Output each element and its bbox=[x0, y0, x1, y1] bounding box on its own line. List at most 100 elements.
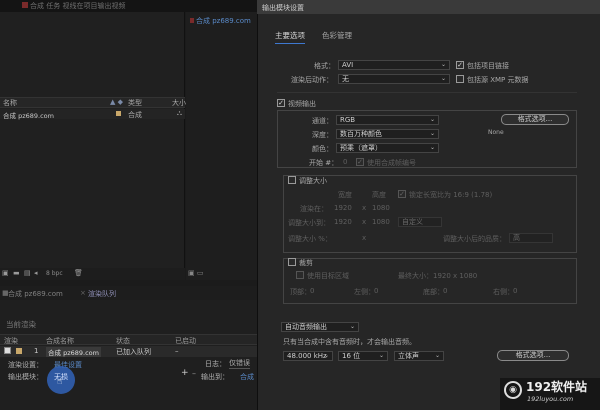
color-value: 预乘（遮罩） bbox=[340, 144, 382, 152]
include-project-link-checkbox[interactable]: ✓ bbox=[456, 61, 464, 69]
post-render-dropdown[interactable]: 无 ⌄ bbox=[338, 74, 450, 84]
audio-channels-dropdown[interactable]: 立体声 ⌄ bbox=[394, 351, 444, 361]
project-col-type[interactable]: 类型 bbox=[128, 98, 142, 108]
render-item-status: 已加入队列 bbox=[116, 348, 151, 356]
col-comp-name[interactable]: 合成名称 bbox=[46, 336, 74, 346]
render-width: 1920 bbox=[334, 204, 352, 212]
log-label: 日志： bbox=[205, 360, 226, 368]
depth-dropdown[interactable]: 数百万种颜色 ⌄ bbox=[336, 129, 439, 139]
use-roi-checkbox[interactable] bbox=[296, 271, 304, 279]
height-header: 高度 bbox=[372, 191, 386, 199]
col-status[interactable]: 状态 bbox=[116, 336, 130, 346]
tab-render-queue[interactable]: 渲染队列 bbox=[88, 289, 116, 299]
include-xmp-label: 包括源 XMP 元数据 bbox=[467, 76, 529, 84]
dialog-titlebar[interactable] bbox=[257, 0, 600, 14]
sample-rate-dropdown[interactable]: 48.000 kHz ⌄ bbox=[283, 351, 333, 361]
crop-section bbox=[283, 258, 577, 304]
resize-quality-dropdown[interactable]: 高 bbox=[509, 233, 553, 243]
dialog-title: 输出模块设置 bbox=[262, 4, 304, 12]
final-size-label: 最终大小：1920 x 1080 bbox=[398, 272, 478, 280]
channels-value: RGB bbox=[340, 116, 356, 124]
interpret-footage-icon[interactable]: ▣ bbox=[2, 269, 9, 277]
color-dropdown[interactable]: 预乘（遮罩） ⌄ bbox=[336, 143, 439, 153]
channels-label: 通道： bbox=[312, 117, 333, 125]
composition-bottom-icons[interactable]: ▣ ▭ bbox=[188, 269, 203, 277]
x-separator: x bbox=[362, 234, 367, 242]
color-label: 颜色： bbox=[312, 145, 333, 153]
tab-comp[interactable]: 合成 pz689.com bbox=[8, 289, 63, 299]
tab-main-options[interactable]: 主要选项 bbox=[275, 30, 305, 44]
format-label: 格式： bbox=[314, 62, 335, 70]
composition-panel bbox=[186, 12, 258, 280]
lock-aspect-checkbox[interactable]: ✓ bbox=[398, 190, 406, 198]
comp-tab[interactable]: 合成 pz689.com bbox=[196, 16, 251, 26]
resize-preset-dropdown[interactable]: 自定义 bbox=[398, 217, 442, 227]
format-dropdown[interactable]: AVI ⌄ bbox=[338, 60, 450, 70]
add-output-icon[interactable]: + bbox=[181, 368, 189, 378]
start-label: 开始 #： bbox=[309, 159, 339, 167]
video-output-label: 视频输出 bbox=[288, 100, 316, 108]
depth-label: 深度： bbox=[312, 131, 333, 139]
audio-output-dropdown[interactable]: 自动音频输出 ⌄ bbox=[281, 322, 359, 332]
tab-color-management[interactable]: 色彩管理 bbox=[322, 30, 352, 41]
project-col-size[interactable]: 大小 bbox=[172, 98, 186, 108]
new-folder-icon[interactable]: ▬ bbox=[13, 269, 20, 277]
video-output-checkbox[interactable]: ✓ bbox=[277, 99, 285, 107]
flowchart-icon[interactable]: ◂ bbox=[34, 269, 38, 277]
bit-depth-button[interactable]: 8 bpc bbox=[46, 270, 63, 277]
comp-color-swatch bbox=[22, 2, 28, 8]
x-separator: x bbox=[362, 218, 367, 226]
use-comp-frame-checkbox[interactable]: ✓ bbox=[356, 158, 364, 166]
render-settings-label: 渲染设置： bbox=[8, 361, 43, 369]
col-render[interactable]: 渲染 bbox=[4, 336, 18, 346]
depth-value: 数百万种颜色 bbox=[340, 130, 382, 138]
resize-label: 调整大小 bbox=[299, 177, 327, 185]
channels-dropdown[interactable]: RGB ⌄ bbox=[336, 115, 439, 125]
current-render-label: 当前渲染 bbox=[6, 320, 36, 329]
render-item-started: – bbox=[175, 347, 179, 355]
crop-left-label: 左侧： bbox=[354, 288, 375, 296]
log-dropdown[interactable]: 仅错误 bbox=[229, 358, 250, 369]
comp-tab-swatch bbox=[190, 18, 194, 23]
post-render-value: 无 bbox=[342, 75, 349, 83]
resize-width[interactable]: 1920 bbox=[334, 218, 352, 226]
chevron-down-icon: ⌄ bbox=[349, 323, 355, 330]
resize-checkbox[interactable] bbox=[288, 176, 296, 184]
audio-note: 只有当合成中含有音频时，才会输出音频。 bbox=[283, 338, 416, 346]
col-started[interactable]: 已启动 bbox=[175, 336, 196, 346]
crop-top-value[interactable]: 0 bbox=[310, 287, 314, 295]
cursor-hand-icon: ☝ bbox=[57, 377, 63, 387]
width-header: 宽度 bbox=[338, 191, 352, 199]
crop-checkbox[interactable] bbox=[288, 258, 296, 266]
audio-output-value: 自动音频输出 bbox=[285, 323, 327, 331]
remove-output-icon[interactable]: – bbox=[192, 369, 196, 378]
label-color-swatch bbox=[116, 111, 121, 116]
format-options-button[interactable]: 格式选项... bbox=[501, 114, 569, 125]
audio-format-options-button[interactable]: 格式选项... bbox=[497, 350, 569, 361]
top-tab-title[interactable]: 合成 任务 视线在项目输出视频 bbox=[30, 1, 125, 11]
close-icon[interactable]: × bbox=[80, 289, 86, 297]
new-comp-icon[interactable]: ▤ bbox=[24, 269, 31, 277]
resize-quality-value: 高 bbox=[513, 234, 520, 242]
chevron-down-icon: ⌄ bbox=[429, 116, 435, 123]
project-row-name[interactable]: 合成 pz689.com bbox=[3, 110, 54, 120]
crop-left-value[interactable]: 0 bbox=[374, 287, 378, 295]
render-checkbox[interactable] bbox=[4, 347, 11, 354]
crop-right-value[interactable]: 0 bbox=[513, 287, 517, 295]
trash-icon[interactable]: 🗑 bbox=[74, 269, 83, 277]
project-column-header bbox=[0, 97, 185, 108]
bit-depth-dropdown[interactable]: 16 位 ⌄ bbox=[338, 351, 388, 361]
include-xmp-checkbox[interactable] bbox=[456, 75, 464, 83]
start-value[interactable]: 0 bbox=[343, 158, 347, 166]
audio-channels-value: 立体声 bbox=[398, 352, 419, 360]
project-col-name[interactable]: 名称 bbox=[3, 98, 17, 108]
crop-bottom-value[interactable]: 0 bbox=[443, 287, 447, 295]
resize-height[interactable]: 1080 bbox=[372, 218, 390, 226]
chevron-down-icon: ⌄ bbox=[323, 352, 329, 359]
label-icon[interactable]: ▲ ◆ bbox=[110, 98, 123, 106]
lock-aspect-label: 锁定长宽比为 16:9 (1.78) bbox=[409, 191, 493, 199]
output-to-link[interactable]: 合成 bbox=[240, 372, 254, 382]
chevron-down-icon: ⌄ bbox=[429, 144, 435, 151]
label-color-swatch bbox=[16, 348, 22, 354]
chevron-down-icon: ⌄ bbox=[440, 75, 446, 82]
